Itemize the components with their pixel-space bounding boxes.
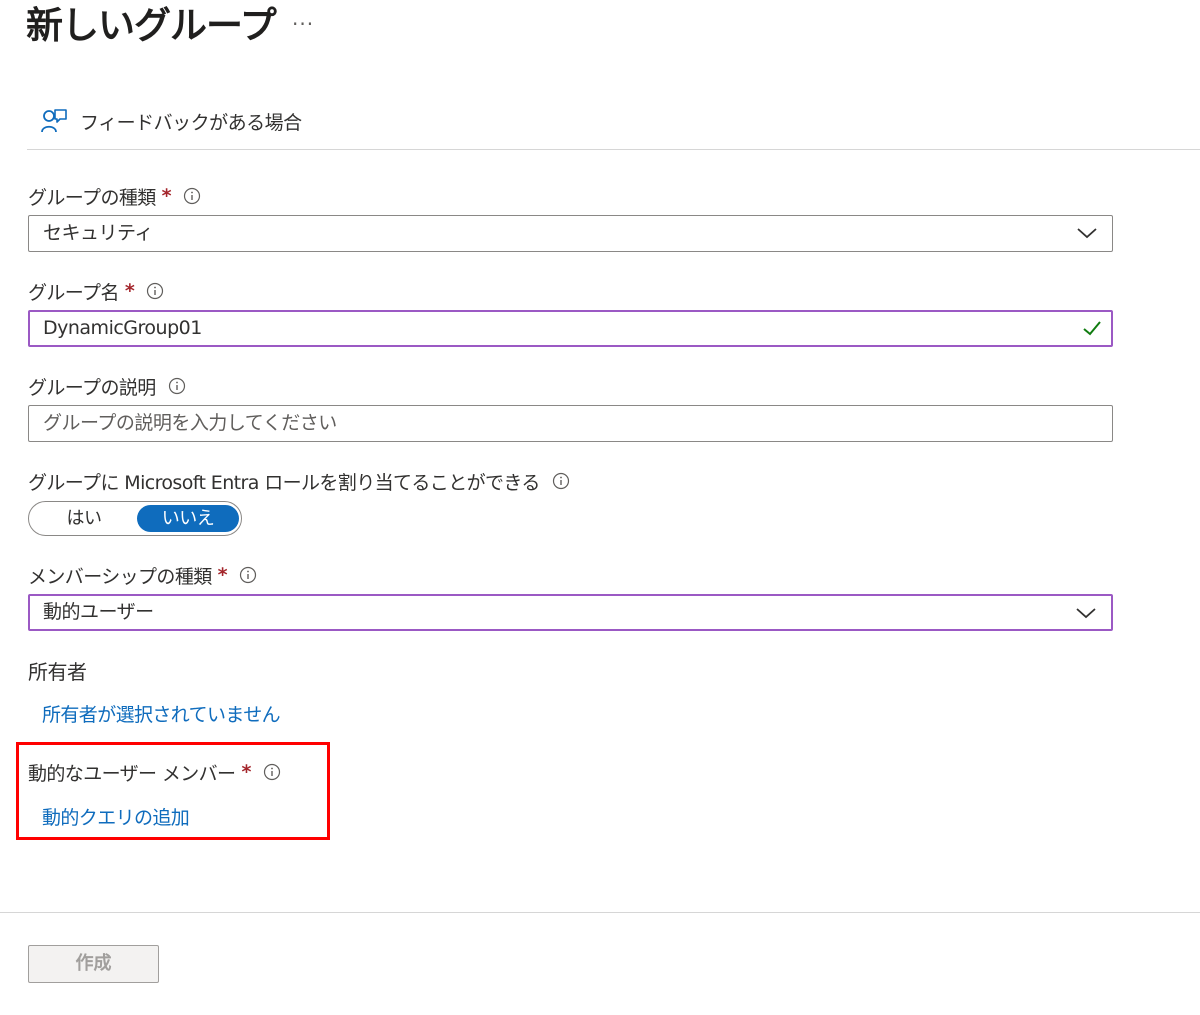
required-marker: * — [241, 761, 251, 783]
group-name-value: DynamicGroup01 — [43, 317, 202, 339]
toggle-yes[interactable]: はい — [33, 505, 135, 532]
owners-link[interactable]: 所有者が選択されていません — [42, 700, 281, 727]
membership-type-value: 動的ユーザー — [43, 601, 154, 623]
page-title: 新しいグループ — [26, 4, 277, 47]
feedback-label: フィードバックがある場合 — [80, 111, 302, 134]
group-description-label-text: グループの説明 — [28, 376, 156, 399]
group-type-value: セキュリティ — [43, 222, 153, 244]
info-icon[interactable] — [263, 763, 281, 781]
required-marker: * — [217, 564, 228, 586]
owners-label: 所有者 — [28, 660, 87, 684]
toggle-no-selected[interactable]: いいえ — [137, 505, 239, 532]
group-type-label: グループの種類 * — [28, 183, 201, 209]
entra-roles-toggle: はい いいえ — [28, 501, 242, 536]
membership-type-dropdown[interactable]: 動的ユーザー — [28, 594, 1113, 631]
info-icon[interactable] — [146, 282, 164, 300]
add-dynamic-query-link[interactable]: 動的クエリの追加 — [42, 803, 190, 830]
chevron-down-icon — [1076, 225, 1098, 245]
info-icon[interactable] — [168, 377, 186, 395]
entra-roles-label: グループに Microsoft Entra ロールを割り当てることができる — [28, 468, 570, 494]
group-description-label: グループの説明 — [28, 373, 186, 399]
membership-type-label: メンバーシップの種類 * — [28, 562, 257, 588]
group-description-input[interactable]: グループの説明を入力してください — [28, 405, 1113, 442]
group-name-label: グループ名 * — [28, 278, 164, 304]
footer-divider — [0, 912, 1200, 913]
more-options-button[interactable]: ··· — [292, 12, 314, 36]
info-icon[interactable] — [552, 472, 570, 490]
membership-type-label-text: メンバーシップの種類 — [28, 565, 212, 588]
info-icon[interactable] — [239, 566, 257, 584]
group-type-dropdown[interactable]: セキュリティ — [28, 215, 1113, 252]
dynamic-members-label: 動的なユーザー メンバー * — [28, 759, 281, 785]
required-marker: * — [161, 185, 172, 207]
dynamic-members-label-text: 動的なユーザー メンバー — [28, 762, 236, 785]
group-name-label-text: グループ名 — [28, 281, 119, 304]
chevron-down-icon — [1075, 605, 1097, 625]
person-feedback-icon — [40, 108, 68, 134]
group-type-label-text: グループの種類 — [28, 186, 156, 209]
info-icon[interactable] — [183, 187, 201, 205]
entra-roles-label-text: グループに Microsoft Entra ロールを割り当てることができる — [28, 471, 540, 494]
toolbar-divider — [27, 149, 1200, 150]
group-description-placeholder: グループの説明を入力してください — [43, 412, 337, 434]
feedback-button[interactable]: フィードバックがある場合 — [40, 106, 302, 136]
checkmark-icon — [1081, 318, 1103, 342]
group-name-input[interactable]: DynamicGroup01 — [28, 310, 1113, 347]
required-marker: * — [124, 280, 135, 302]
create-button[interactable]: 作成 — [28, 945, 159, 983]
